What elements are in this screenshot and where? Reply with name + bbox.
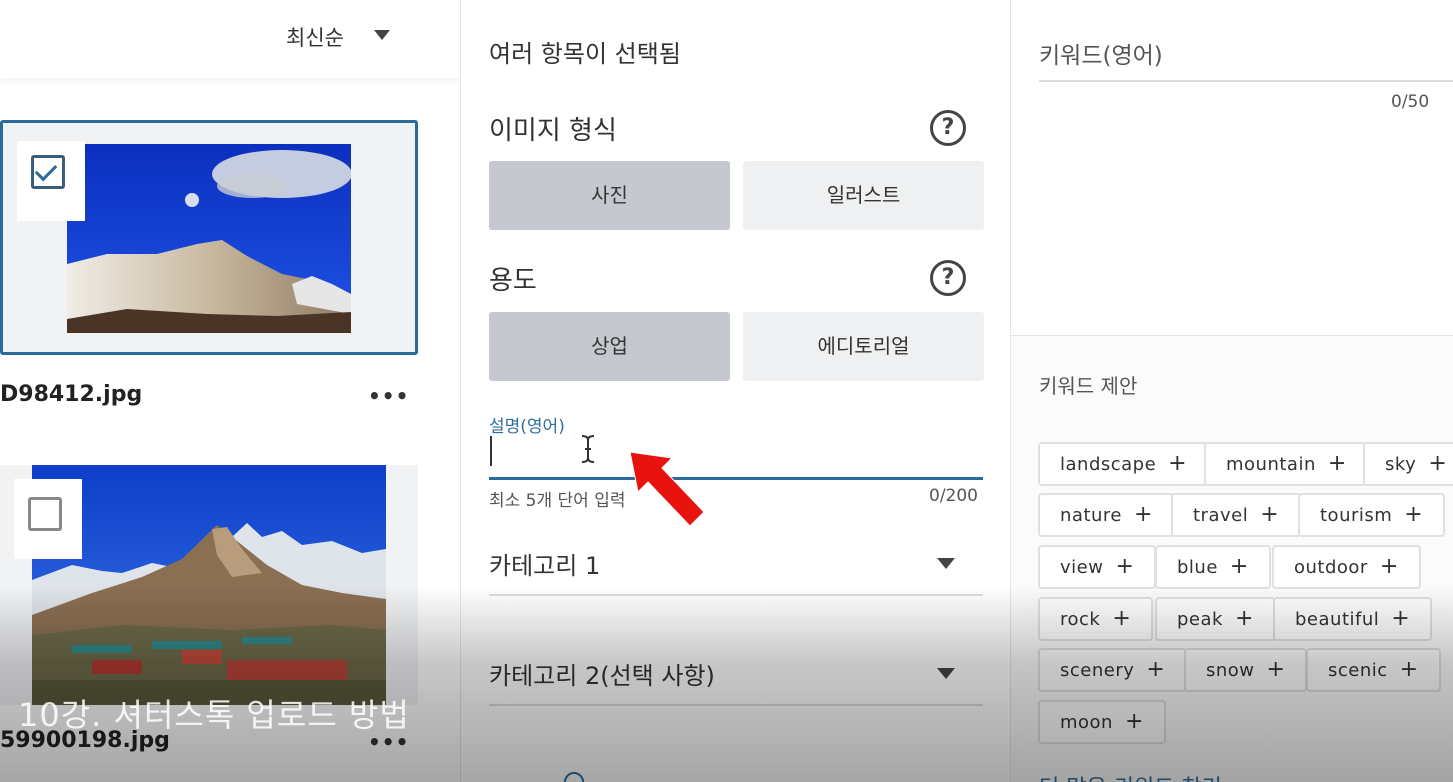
keyword-chip[interactable]: rock + [1038,597,1154,641]
chevron-down-icon[interactable] [937,558,955,569]
plus-icon: + [1428,451,1448,476]
keywords-panel: 키워드(영어) 0/50 키워드 제안 landscape + mountain +… [1011,0,1453,782]
keyword-chip[interactable]: landscape + [1038,442,1210,486]
more-actions-button[interactable]: ••• [368,384,409,408]
plus-icon: + [1391,606,1411,631]
page-title: 여러 항목이 선택됨 [489,40,681,68]
select-checkbox[interactable] [28,497,62,531]
plus-icon: + [1133,502,1153,527]
metadata-panel: 여러 항목이 선택됨 이미지 형식 ? 사진 일러스트 용도 ? 상업 에디토리… [460,0,1011,782]
plus-icon: + [1404,502,1424,527]
image-type-option-illustration[interactable]: 일러스트 [743,161,984,230]
plus-icon: + [1124,709,1144,734]
loading-icon [564,772,584,782]
keyword-chip[interactable]: tourism + [1298,493,1446,537]
checkbox-wrap [14,479,82,559]
text-caret [490,436,492,466]
help-icon[interactable]: ? [930,110,966,146]
video-caption: 10강. 셔터스톡 업로드 방법 [18,696,410,734]
keyword-suggestions-label: 키워드 제안 [1039,374,1138,398]
file-thumbnail[interactable] [32,465,386,705]
plus-icon: + [1229,554,1249,579]
file-card[interactable] [0,120,418,355]
more-keywords-link[interactable]: 더 많은 키워드 찾기 [1039,770,1222,782]
category2-select[interactable]: 카테고리 2(선택 사항) [489,656,983,706]
keyword-chip[interactable]: blue + [1155,545,1271,589]
keyword-chip[interactable]: peak + [1155,597,1276,641]
category2-label: 카테고리 2(선택 사항) [489,662,715,690]
help-icon[interactable]: ? [930,260,966,296]
plus-icon: + [1327,451,1347,476]
plus-icon: + [1399,657,1419,682]
keyword-chip[interactable]: nature + [1038,493,1175,537]
text-cursor-icon [581,435,595,463]
keywords-input-area[interactable]: 키워드(영어) 0/50 [1011,0,1453,336]
check-icon [34,158,58,182]
keyword-chip[interactable]: scenic + [1306,648,1441,692]
keyword-chip[interactable]: beautiful + [1273,597,1433,641]
description-input[interactable] [489,432,983,480]
usage-option-commercial[interactable]: 상업 [489,312,730,381]
plus-icon: + [1168,451,1188,476]
category1-select[interactable]: 카테고리 1 [489,546,983,596]
image-type-label: 이미지 형식 [489,116,617,146]
description-hint: 최소 5개 단어 입력 [489,491,626,511]
annotation-arrow-icon [629,451,705,527]
file-list-panel: 최신순 D98412.jpg ••• 59900198.jpg ••• [0,0,460,782]
usage-label: 용도 [489,266,537,296]
keyword-chip[interactable]: outdoor + [1272,545,1421,589]
keyword-chip[interactable]: moon + [1038,700,1166,744]
image-type-option-photo[interactable]: 사진 [489,161,730,230]
plus-icon: + [1266,657,1286,682]
plus-icon: + [1260,502,1280,527]
keyword-chip[interactable]: sky + [1363,442,1453,486]
keyword-chip[interactable]: mountain + [1204,442,1369,486]
file-card[interactable] [0,465,418,705]
chevron-down-icon[interactable] [937,668,955,679]
file-thumbnail[interactable] [67,144,351,333]
keywords-counter: 0/50 [1391,92,1430,112]
plus-icon: + [1146,657,1166,682]
plus-icon: + [1112,606,1132,631]
sort-bar: 최신순 [0,0,460,78]
plus-icon: + [1379,554,1399,579]
chevron-down-icon[interactable] [374,30,390,40]
keyword-chip[interactable]: travel + [1171,493,1302,537]
category1-label: 카테고리 1 [489,552,601,580]
usage-option-editorial[interactable]: 에디토리얼 [743,312,984,381]
select-checkbox[interactable] [31,155,65,189]
plus-icon: + [1234,606,1254,631]
keyword-chip[interactable]: view + [1038,545,1157,589]
checkbox-wrap [17,141,85,221]
keywords-label: 키워드(영어) [1039,43,1163,69]
description-counter: 0/200 [929,486,978,506]
keyword-chip[interactable]: snow + [1184,648,1308,692]
keywords-underline [1039,80,1453,82]
plus-icon: + [1115,554,1135,579]
file-name: D98412.jpg [0,382,143,407]
keyword-chip[interactable]: scenery + [1038,648,1188,692]
sort-dropdown-label[interactable]: 최신순 [286,22,344,52]
